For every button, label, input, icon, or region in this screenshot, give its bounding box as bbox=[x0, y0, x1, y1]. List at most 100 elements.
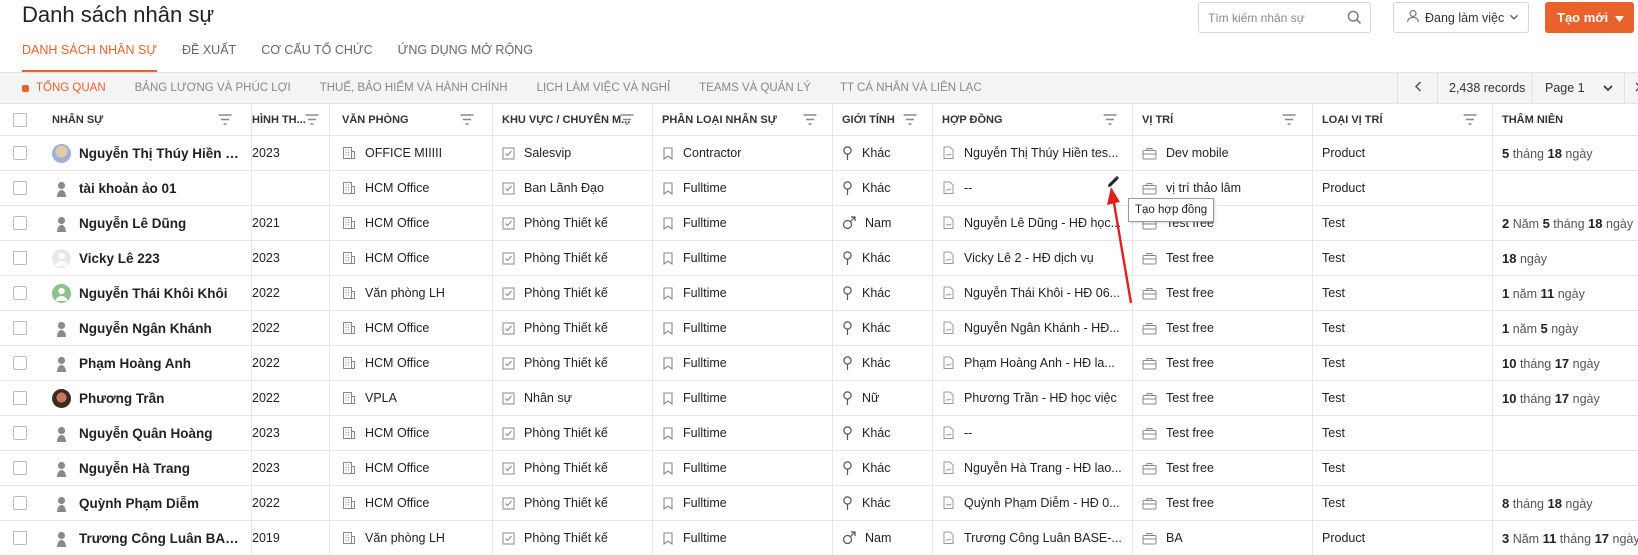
contract-name[interactable]: -- bbox=[964, 181, 972, 195]
col-category-header[interactable]: PHÂN LOẠI NHÂN SỰ bbox=[662, 104, 827, 135]
subtab-tax-insurance[interactable]: THUẾ, BẢO HIỂM VÀ HÀNH CHÍNH bbox=[320, 82, 508, 94]
table-row[interactable]: Phương Trần 2022 VPLA Nhân sự Fulltime Nữ Phươ… bbox=[0, 381, 1638, 416]
employee-name[interactable]: Trương Công Luân BASE... bbox=[79, 531, 242, 546]
employee-name[interactable]: Nguyễn Lê Dũng bbox=[79, 216, 186, 231]
table-row[interactable]: Trương Công Luân BASE... 2019 Văn phòng LH… bbox=[0, 521, 1638, 555]
subtab-payroll[interactable]: BẢNG LƯƠNG VÀ PHÚC LỢI bbox=[135, 82, 291, 94]
filter-icon[interactable] bbox=[1282, 114, 1296, 128]
tab-employee-list[interactable]: DANH SÁCH NHÂN SỰ bbox=[22, 40, 157, 72]
select-all-checkbox-cell[interactable] bbox=[13, 104, 33, 135]
col-position-header[interactable]: VỊ TRÍ bbox=[1142, 104, 1306, 135]
building-icon bbox=[342, 251, 356, 265]
contract-name[interactable]: Nguyễn Lê Dũng - HĐ học... bbox=[964, 216, 1121, 230]
contract-name[interactable]: Nguyễn Hà Trang - HĐ lao... bbox=[964, 461, 1122, 475]
create-new-button[interactable]: Tạo mới bbox=[1545, 2, 1634, 33]
checkbox-list-icon bbox=[502, 532, 515, 545]
table-row[interactable]: Phạm Hoàng Anh 2022 HCM Office Phòng Thiết … bbox=[0, 346, 1638, 381]
subtab-teams[interactable]: TEAMS VÀ QUẢN LÝ bbox=[699, 82, 811, 94]
subtab-overview[interactable]: TỔNG QUAN bbox=[22, 82, 106, 94]
table-row[interactable]: Nguyễn Quân Hoàng 2023 HCM Office Phòng Thi… bbox=[0, 416, 1638, 451]
filter-icon[interactable] bbox=[305, 114, 319, 128]
employee-name[interactable]: Nguyễn Thái Khôi Khôi bbox=[79, 286, 228, 301]
subtab-schedule[interactable]: LỊCH LÀM VIỆC VÀ NGHỈ bbox=[537, 82, 671, 94]
tab-proposals[interactable]: ĐỀ XUẤT bbox=[182, 40, 236, 72]
col-contract: Phương Trần - HĐ học việc bbox=[942, 381, 1127, 415]
table-row[interactable]: Vicky Lê 223 2023 HCM Office Phòng Thiết kế… bbox=[0, 241, 1638, 276]
contract-name[interactable]: Phạm Hoàng Anh - HĐ la... bbox=[964, 356, 1115, 370]
table-row[interactable]: Nguyễn Hà Trang 2023 HCM Office Phòng Thiết… bbox=[0, 451, 1638, 486]
employee-name[interactable]: tài khoản ảo 01 bbox=[79, 181, 177, 196]
prev-page-button[interactable] bbox=[1397, 73, 1437, 103]
row-checkbox[interactable] bbox=[13, 286, 27, 300]
row-checkbox[interactable] bbox=[13, 181, 27, 195]
col-contract: Nguyễn Ngân Khánh - HĐ... bbox=[942, 311, 1127, 345]
row-checkbox[interactable] bbox=[13, 146, 27, 160]
subtab-personal-info[interactable]: TT CÁ NHÂN VÀ LIÊN LẠC bbox=[840, 82, 982, 94]
col-area-header[interactable]: KHU VỰC / CHUYÊN M... bbox=[502, 104, 644, 135]
row-checkbox[interactable] bbox=[13, 531, 27, 545]
employee-name[interactable]: Nguyễn Thị Thúy Hiền te... bbox=[79, 146, 242, 161]
column-divider bbox=[652, 521, 653, 555]
col-contract-header[interactable]: HỢP ĐỒNG bbox=[942, 104, 1127, 135]
filter-icon[interactable] bbox=[218, 114, 232, 128]
contract-name[interactable]: Nguyễn Ngân Khánh - HĐ... bbox=[964, 321, 1120, 335]
contract-name[interactable]: Nguyễn Thị Thúy Hiền tes... bbox=[964, 146, 1118, 160]
table-row[interactable]: Nguyễn Thị Thúy Hiền te... 2023 OFFICE MII… bbox=[0, 136, 1638, 171]
row-checkbox[interactable] bbox=[13, 391, 27, 405]
search-input[interactable] bbox=[1199, 3, 1339, 32]
row-checkbox[interactable] bbox=[13, 426, 27, 440]
filter-icon[interactable] bbox=[460, 114, 474, 128]
tab-org-structure[interactable]: CƠ CẤU TỔ CHỨC bbox=[261, 40, 372, 72]
next-page-button[interactable] bbox=[1624, 73, 1638, 103]
employee-name[interactable]: Phạm Hoàng Anh bbox=[79, 356, 191, 371]
col-gender-header[interactable]: GIỚI TÍNH bbox=[842, 104, 927, 135]
contract-name[interactable]: Quỳnh Phạm Diễm - HĐ 0... bbox=[964, 496, 1120, 510]
table-row[interactable]: Nguyễn Lê Dũng 2021 HCM Office Phòng Thiết … bbox=[0, 206, 1638, 241]
row-checkbox[interactable] bbox=[13, 321, 27, 335]
filter-icon[interactable] bbox=[620, 114, 634, 128]
employee-name[interactable]: Nguyễn Hà Trang bbox=[79, 461, 190, 476]
column-divider bbox=[492, 346, 493, 380]
page-select[interactable]: Page 1 bbox=[1532, 73, 1624, 103]
contract-name[interactable]: -- bbox=[964, 426, 972, 440]
col-form-header[interactable]: HÌNH TH... bbox=[252, 104, 329, 135]
row-checkbox[interactable] bbox=[13, 496, 27, 510]
select-all-checkbox[interactable] bbox=[13, 112, 27, 127]
employee-name[interactable]: Quỳnh Phạm Diễm bbox=[79, 496, 199, 511]
column-divider bbox=[1312, 171, 1313, 205]
row-checkbox[interactable] bbox=[13, 216, 27, 230]
table-row[interactable]: tài khoản ảo 01 HCM Office Ban Lãnh Đạo Ful… bbox=[0, 171, 1638, 206]
col-employee-header[interactable]: NHÂN SỰ bbox=[52, 104, 242, 135]
filter-icon[interactable] bbox=[903, 114, 917, 128]
contract-name[interactable]: Nguyễn Thái Khôi - HĐ 06... bbox=[964, 286, 1120, 300]
column-divider bbox=[1312, 346, 1313, 380]
filter-icon[interactable] bbox=[803, 114, 817, 128]
employee-name[interactable]: Phương Trần bbox=[79, 391, 164, 406]
row-checkbox[interactable] bbox=[13, 461, 27, 475]
filter-icon[interactable] bbox=[1103, 114, 1117, 128]
tab-extensions[interactable]: ỨNG DỤNG MỞ RỘNG bbox=[398, 40, 533, 72]
col-office-header[interactable]: VĂN PHÒNG bbox=[342, 104, 484, 135]
table-row[interactable]: Nguyễn Thái Khôi Khôi 2022 Văn phòng LH Phò… bbox=[0, 276, 1638, 311]
column-divider bbox=[1312, 381, 1313, 415]
tenure-unit: tháng bbox=[1516, 391, 1555, 406]
contract-icon bbox=[942, 496, 955, 510]
employee-name[interactable]: Vicky Lê 223 bbox=[79, 251, 160, 266]
row-checkbox[interactable] bbox=[13, 251, 27, 265]
table-row[interactable]: Quỳnh Phạm Diễm 2022 HCM Office Phòng Thiết… bbox=[0, 486, 1638, 521]
search-icon[interactable] bbox=[1347, 10, 1362, 30]
col-position-type-header[interactable]: LOẠI VỊ TRÍ bbox=[1322, 104, 1487, 135]
contract-name[interactable]: Phương Trần - HĐ học việc bbox=[964, 391, 1117, 405]
search-box[interactable] bbox=[1198, 2, 1371, 33]
contract-name[interactable]: Trương Công Luân BASE-... bbox=[964, 531, 1122, 545]
col-tenure-header[interactable]: THÂM NIÊN bbox=[1502, 104, 1638, 135]
filter-icon[interactable] bbox=[1463, 114, 1477, 128]
col-employee: Phạm Hoàng Anh bbox=[52, 346, 242, 380]
employee-name[interactable]: Nguyễn Quân Hoàng bbox=[79, 426, 213, 441]
status-filter-button[interactable]: Đang làm việc bbox=[1393, 2, 1529, 33]
contract-name[interactable]: Vicky Lê 2 - HĐ dịch vụ bbox=[964, 251, 1094, 265]
table-row[interactable]: Nguyễn Ngân Khánh 2022 HCM Office Phòng Thi… bbox=[0, 311, 1638, 346]
row-checkbox[interactable] bbox=[13, 356, 27, 370]
pencil-icon[interactable] bbox=[1106, 175, 1120, 194]
employee-name[interactable]: Nguyễn Ngân Khánh bbox=[79, 321, 212, 336]
